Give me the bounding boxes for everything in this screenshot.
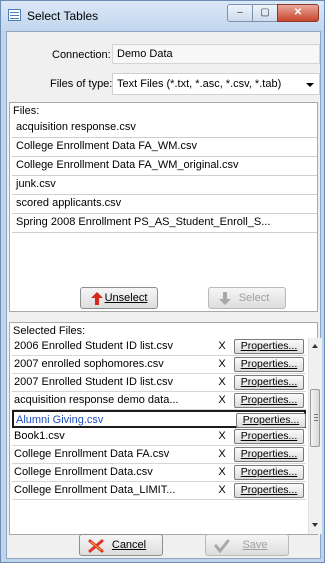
chevron-down-icon[interactable]: [306, 83, 314, 87]
table-row[interactable]: Book1.csv X Properties...: [12, 428, 306, 446]
list-item[interactable]: Spring 2008 Enrollment PS_AS_Student_Enr…: [12, 214, 317, 233]
save-label: Save: [242, 539, 268, 551]
selected-files-label: Selected Files:: [13, 325, 86, 337]
properties-button[interactable]: Properties...: [234, 357, 304, 372]
list-item[interactable]: College Enrollment Data FA_WM_original.c…: [12, 157, 317, 176]
remove-button[interactable]: X: [215, 376, 229, 388]
dialog-body: Connection: Demo Data Files of type: Tex…: [6, 31, 322, 559]
file-name: acquisition response demo data...: [14, 394, 179, 406]
scrollbar-thumb[interactable]: [310, 389, 320, 447]
files-list: acquisition response.csv College Enrollm…: [12, 119, 317, 233]
select-label: Select: [238, 292, 270, 304]
grip-icon: [314, 417, 318, 418]
properties-button[interactable]: Properties...: [234, 465, 304, 480]
remove-button[interactable]: X: [215, 430, 229, 442]
select-tables-dialog: Select Tables – ▢ ✕ Connection: Demo Dat…: [0, 0, 325, 563]
table-icon: [8, 9, 21, 21]
unselect-label: Unselect: [104, 292, 148, 304]
remove-button[interactable]: X: [215, 484, 229, 496]
file-name: Alumni Giving.csv: [16, 414, 104, 426]
maximize-button[interactable]: ▢: [252, 4, 278, 22]
unselect-button[interactable]: Unselect: [80, 287, 158, 309]
file-name: 2007 enrolled sophomores.csv: [14, 358, 164, 370]
close-button[interactable]: ✕: [277, 4, 319, 22]
selected-files-panel: Selected Files: 2006 Enrolled Student ID…: [9, 322, 322, 535]
properties-button[interactable]: Properties...: [234, 339, 304, 354]
selected-files-scrollbar[interactable]: [308, 338, 322, 534]
title-bar[interactable]: Select Tables – ▢ ✕: [1, 1, 324, 31]
checkmark-icon: [214, 539, 230, 553]
file-name: College Enrollment Data FA.csv: [14, 448, 170, 460]
list-item[interactable]: junk.csv: [12, 176, 317, 195]
table-row[interactable]: College Enrollment Data FA.csv X Propert…: [12, 446, 306, 464]
properties-button[interactable]: Properties...: [234, 393, 304, 408]
table-row[interactable]: 2007 enrolled sophomores.csv X Propertie…: [12, 356, 306, 374]
file-name: 2007 Enrolled Student ID list.csv: [14, 376, 173, 388]
minimize-button[interactable]: –: [227, 4, 253, 22]
scroll-up-arrow-icon[interactable]: [312, 344, 318, 348]
remove-button[interactable]: X: [215, 358, 229, 370]
table-row[interactable]: College Enrollment Data.csv X Properties…: [12, 464, 306, 482]
selected-files-table: 2006 Enrolled Student ID list.csv X Prop…: [12, 338, 306, 500]
table-row[interactable]: 2006 Enrolled Student ID list.csv X Prop…: [12, 338, 306, 356]
remove-button[interactable]: X: [215, 340, 229, 352]
table-row[interactable]: acquisition response demo data... X Prop…: [12, 392, 306, 410]
files-label: Files:: [13, 105, 40, 117]
arrow-down-icon: [219, 292, 231, 305]
connection-label: Connection:: [52, 49, 111, 61]
files-of-type-value: Text Files (*.txt, *.asc, *.csv, *.tab): [117, 78, 282, 90]
remove-button[interactable]: X: [215, 466, 229, 478]
properties-button[interactable]: Properties...: [234, 429, 304, 444]
remove-button[interactable]: X: [215, 394, 229, 406]
files-panel: Files: acquisition response.csv College …: [9, 102, 318, 312]
connection-field: Demo Data: [112, 44, 320, 64]
window-title: Select Tables: [27, 9, 99, 23]
arrow-up-icon: [91, 292, 103, 305]
list-item[interactable]: scored applicants.csv: [12, 195, 317, 214]
caption-buttons: – ▢ ✕: [227, 4, 319, 22]
scroll-down-arrow-icon[interactable]: [312, 523, 318, 527]
save-button[interactable]: Save: [205, 534, 289, 556]
file-name: Book1.csv: [14, 430, 65, 442]
cancel-button[interactable]: Cancel: [79, 534, 163, 556]
file-name: 2006 Enrolled Student ID list.csv: [14, 340, 173, 352]
properties-button[interactable]: Properties...: [234, 375, 304, 390]
list-item[interactable]: acquisition response.csv: [12, 119, 317, 138]
grip-icon: [314, 420, 318, 421]
file-name: College Enrollment Data_LIMIT...: [14, 484, 176, 496]
properties-button[interactable]: Properties...: [234, 483, 304, 498]
table-row-selected[interactable]: Alumni Giving.csv Properties...: [12, 410, 306, 428]
cancel-icon: [88, 539, 104, 553]
file-name: College Enrollment Data.csv: [14, 466, 153, 478]
properties-button[interactable]: Properties...: [236, 413, 306, 428]
properties-button[interactable]: Properties...: [234, 447, 304, 462]
grip-icon: [314, 414, 318, 415]
files-of-type-select[interactable]: Text Files (*.txt, *.asc, *.csv, *.tab): [112, 73, 320, 95]
remove-button[interactable]: X: [215, 448, 229, 460]
files-of-type-label: Files of type:: [50, 78, 113, 90]
list-item[interactable]: College Enrollment Data FA_WM.csv: [12, 138, 317, 157]
cancel-label: Cancel: [111, 539, 147, 551]
table-row[interactable]: College Enrollment Data_LIMIT... X Prope…: [12, 482, 306, 500]
table-row[interactable]: 2007 Enrolled Student ID list.csv X Prop…: [12, 374, 306, 392]
select-button[interactable]: Select: [208, 287, 286, 309]
